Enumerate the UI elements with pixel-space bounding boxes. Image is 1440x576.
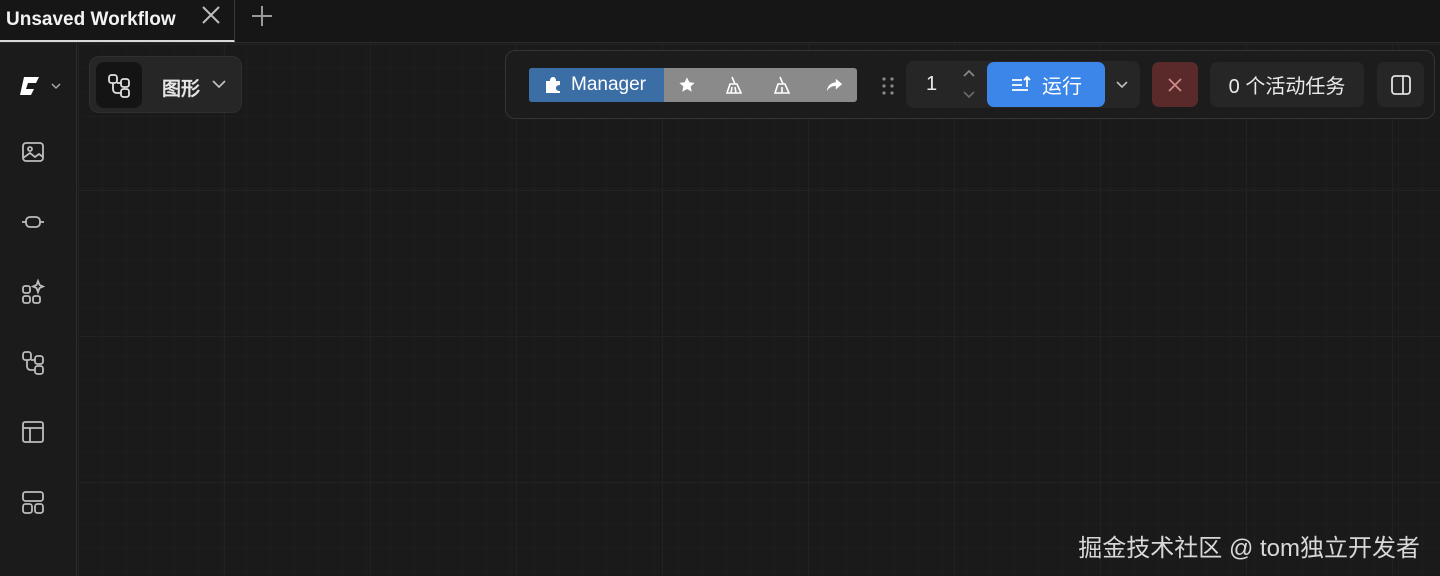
manager-button[interactable]: Manager [529,68,664,102]
cancel-button[interactable] [1152,62,1198,107]
workflow-icon [19,348,47,376]
node-connect-icon [19,208,47,236]
share-button[interactable] [811,68,857,102]
chevron-down-icon [210,75,228,93]
queue-count-value[interactable]: 1 [926,73,937,96]
workflow-canvas[interactable] [78,44,1440,576]
close-icon [1166,76,1184,94]
sidebar-item-images[interactable] [18,137,48,167]
star-icon [678,76,696,94]
active-tasks-button[interactable]: 0 个活动任务 [1210,62,1364,107]
run-label: 运行 [1042,76,1082,98]
tab-bar: Unsaved Workflow [0,0,1440,43]
comfy-logo-icon [17,74,41,98]
sidebar-item-models[interactable] [18,277,48,307]
chevron-down-icon [50,80,62,92]
sidebar-item-layouts[interactable] [18,487,48,517]
grid-layout-icon [19,488,47,516]
logo-menu-button[interactable] [17,72,67,100]
template-layout-icon [19,418,47,446]
sparkle-apps-icon [19,278,47,306]
sidebar-item-templates[interactable] [18,417,48,447]
manager-button-group: Manager [529,68,857,102]
watermark-text: 掘金技术社区 @ tom独立开发者 [1078,535,1420,562]
favorites-button[interactable] [664,68,710,102]
image-icon [19,138,47,166]
workflow-icon [96,62,142,108]
chevron-up-icon[interactable] [961,66,977,80]
broom-icon [724,75,744,95]
app-root: Unsaved Workflow 图形 Manager 1 运行 0 个活动任务… [0,0,1440,576]
sidebar-item-nodes[interactable] [18,207,48,237]
clean-vram-button[interactable] [711,68,757,102]
share-icon [825,76,843,94]
tab-title: Unsaved Workflow [6,9,176,30]
sidebar-panel-icon [1390,74,1412,96]
chevron-down-icon[interactable] [961,88,977,102]
sidebar-item-workflows[interactable] [18,347,48,377]
puzzle-icon [543,75,563,95]
graph-mode-label: 图形 [162,79,201,100]
toggle-panel-button[interactable] [1377,62,1424,107]
active-tasks-label: 0 个活动任务 [1228,76,1346,98]
chevron-down-icon[interactable] [1113,75,1131,93]
queue-list-icon [1010,75,1032,95]
add-tab-icon[interactable] [249,3,275,29]
clean-history-button[interactable] [759,68,805,102]
drag-handle-icon[interactable] [880,75,896,97]
close-icon[interactable] [199,3,223,27]
broom-alt-icon [772,75,792,95]
run-button[interactable]: 运行 [987,62,1105,107]
manager-label: Manager [571,74,646,95]
sidebar [0,43,77,576]
tab-unsaved-workflow[interactable]: Unsaved Workflow [0,0,235,42]
action-toolbar: Manager 1 运行 0 个活动任务 [505,50,1435,119]
graph-mode-dropdown[interactable]: 图形 [89,56,242,113]
